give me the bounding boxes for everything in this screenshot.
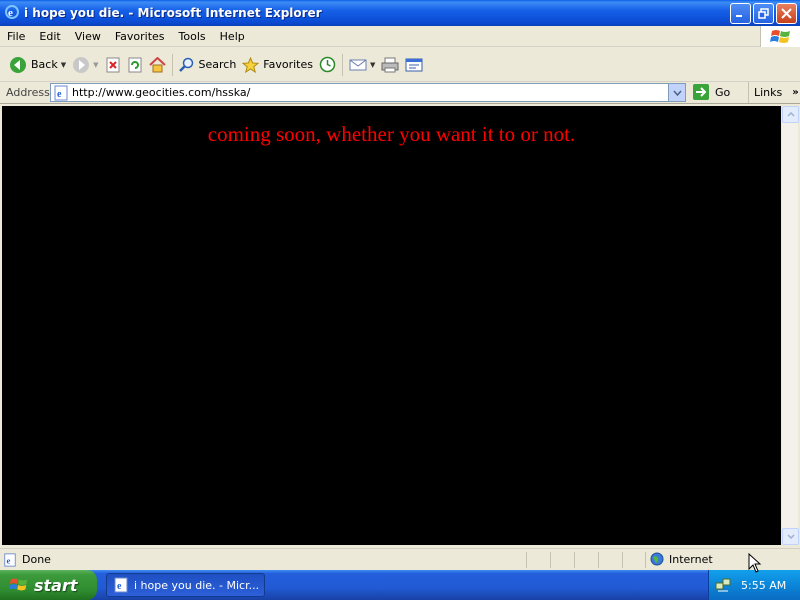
address-label: Address [6, 86, 50, 99]
status-divider [645, 552, 646, 568]
back-dropdown-icon[interactable]: ▼ [61, 61, 66, 69]
svg-text:e: e [117, 581, 122, 592]
menu-bar: File Edit View Favorites Tools Help [0, 26, 800, 47]
url-input[interactable] [72, 85, 662, 100]
status-divider [526, 552, 527, 568]
page-message: coming soon, whether you want it to or n… [207, 122, 576, 146]
address-dropdown-button[interactable] [668, 84, 685, 101]
ie-logo-icon: e [114, 577, 128, 593]
stop-icon [106, 57, 119, 72]
toolbar-separator [342, 53, 343, 76]
vertical-scrollbar[interactable] [781, 106, 799, 545]
history-icon [319, 56, 336, 73]
stop-button[interactable] [102, 52, 124, 78]
favorites-label: Favorites [263, 58, 313, 71]
toolbar-separator [171, 53, 173, 76]
chevron-down-icon [786, 534, 795, 539]
close-icon [781, 8, 792, 19]
restore-button[interactable] [753, 3, 774, 24]
chevron-up-icon [786, 112, 795, 117]
system-tray: 5:55 AM [708, 570, 800, 600]
scroll-up-button[interactable] [782, 106, 799, 123]
chevron-down-icon [672, 90, 682, 96]
close-button[interactable] [776, 3, 797, 24]
back-arrow-icon [10, 56, 26, 73]
svg-text:e: e [8, 7, 13, 19]
edit-page-icon [405, 58, 423, 71]
favorites-button[interactable]: Favorites [239, 52, 316, 78]
go-label: Go [715, 85, 731, 99]
forward-button[interactable]: ▼ [69, 52, 101, 78]
mail-dropdown-icon[interactable]: ▼ [370, 61, 375, 69]
refresh-icon [128, 57, 141, 72]
menu-tools[interactable]: Tools [172, 30, 213, 43]
network-icon[interactable] [715, 577, 731, 593]
standard-toolbar: Back ▼ ▼ Search Favorites ▼ [0, 48, 800, 82]
links-button[interactable]: Links » [748, 82, 799, 103]
taskbar-item-ie[interactable]: e i hope you die. - Micr... [106, 573, 265, 597]
home-icon [148, 56, 166, 72]
status-divider [574, 552, 575, 568]
svg-text:e: e [7, 555, 11, 565]
start-button[interactable]: start [0, 570, 97, 600]
print-button[interactable] [378, 52, 402, 78]
address-box[interactable]: e [50, 83, 686, 102]
status-divider [622, 552, 623, 568]
window-title: i hope you die. - Microsoft Internet Exp… [24, 6, 322, 20]
status-divider [550, 552, 551, 568]
home-button[interactable] [146, 52, 169, 78]
taskbar: start e i hope you die. - Micr... 5:55 A… [0, 570, 800, 600]
taskbar-item-label: i hope you die. - Micr... [134, 578, 260, 592]
go-button[interactable]: Go [692, 83, 730, 101]
svg-text:e: e [57, 89, 62, 100]
menu-edit[interactable]: Edit [32, 30, 67, 43]
star-icon [242, 56, 260, 73]
search-label: Search [198, 58, 237, 71]
windows-flag-icon [9, 578, 28, 591]
status-text: Done [22, 553, 51, 566]
edit-button[interactable] [402, 52, 426, 78]
page-done-icon: e [4, 552, 16, 567]
restore-icon [758, 8, 769, 19]
scroll-down-button[interactable] [782, 528, 799, 545]
forward-dropdown-icon[interactable]: ▼ [93, 61, 98, 69]
status-bar: e Done Internet [0, 548, 800, 570]
security-zone[interactable]: Internet [650, 552, 713, 566]
back-button[interactable]: Back ▼ [6, 52, 69, 78]
clock[interactable]: 5:55 AM [741, 579, 786, 592]
mail-icon [349, 59, 367, 71]
menu-file[interactable]: File [0, 30, 32, 43]
address-bar: Address e Go Links » [0, 82, 800, 104]
forward-arrow-icon [73, 56, 90, 73]
menu-view[interactable]: View [68, 30, 108, 43]
globe-icon [650, 552, 664, 566]
links-label: Links [754, 86, 783, 99]
search-button[interactable]: Search [176, 52, 240, 78]
start-label: start [34, 575, 78, 595]
menu-favorites[interactable]: Favorites [108, 30, 172, 43]
printer-icon [381, 57, 399, 72]
back-label: Back [31, 58, 58, 71]
history-button[interactable] [316, 52, 339, 78]
search-icon [178, 57, 193, 72]
mail-button[interactable]: ▼ [346, 52, 378, 78]
title-bar[interactable]: e i hope you die. - Microsoft Internet E… [0, 0, 800, 26]
status-divider [598, 552, 599, 568]
windows-flag-logo [760, 26, 800, 47]
go-arrow-icon [693, 84, 709, 100]
mouse-cursor-icon [748, 553, 762, 573]
page-icon: e [54, 85, 68, 100]
minimize-icon [736, 15, 742, 17]
zone-label: Internet [669, 552, 713, 566]
ie-logo-icon: e [4, 4, 20, 23]
minimize-button[interactable] [730, 3, 751, 24]
links-chevron-icon: » [792, 87, 799, 98]
menu-help[interactable]: Help [213, 30, 252, 43]
page-content: coming soon, whether you want it to or n… [2, 106, 781, 545]
refresh-button[interactable] [124, 52, 146, 78]
